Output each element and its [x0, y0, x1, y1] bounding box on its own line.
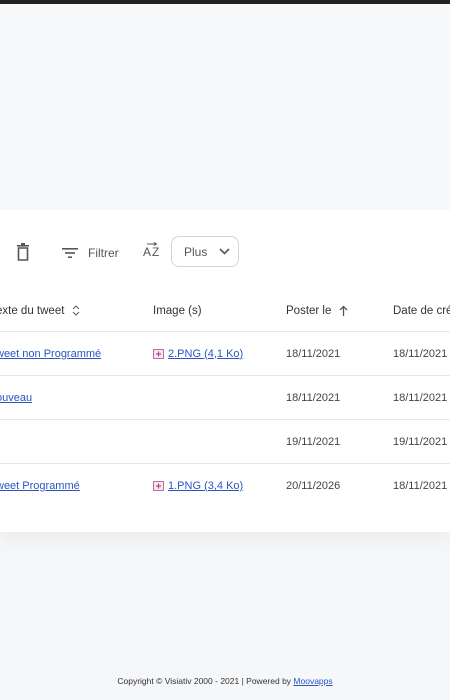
filter-label: Filtrer	[88, 246, 119, 260]
attachment-link[interactable]: 2.PNG (4,1 Ko)	[153, 348, 243, 360]
column-header-created[interactable]: Date de créa	[393, 290, 450, 331]
sort-ascending-icon[interactable]	[339, 305, 348, 317]
footer: Copyright © Visiativ 2000 - 2021 | Power…	[0, 676, 450, 686]
sort-toggle-icon[interactable]	[72, 305, 80, 316]
column-header-text[interactable]: exte du tweet	[0, 290, 80, 331]
sort-az-icon: A Z	[143, 242, 159, 259]
delete-button[interactable]	[16, 243, 32, 261]
table-row[interactable]: ouveau 18/11/2021 18/11/2021	[0, 376, 450, 420]
copyright-text: Copyright © Visiativ 2000 - 2021 | Power…	[117, 676, 294, 686]
header-area	[0, 4, 450, 210]
filter-button[interactable]: Filtrer	[62, 243, 119, 263]
posted-date: 18/11/2021	[286, 347, 341, 360]
sort-az-button[interactable]: A Z	[142, 241, 162, 263]
column-header-image[interactable]: Image (s)	[153, 290, 202, 331]
created-date: 18/11/2021	[393, 347, 448, 360]
created-date: 19/11/2021	[393, 435, 448, 448]
image-file-icon	[153, 348, 164, 359]
column-header-posted[interactable]: Poster le	[286, 290, 348, 331]
trash-icon	[17, 243, 29, 261]
table-row[interactable]: weet Programmé 1.PNG (3,4 Ko) 20/11/2026…	[0, 464, 450, 508]
chevron-down-icon	[219, 248, 230, 255]
created-date: 18/11/2021	[393, 391, 448, 404]
table-card: Filtrer A Z Plus exte du tweet Image (s)…	[0, 210, 450, 532]
image-file-icon	[153, 481, 164, 491]
table-header: exte du tweet Image (s) Poster le Date d…	[0, 290, 450, 332]
more-label: Plus	[184, 244, 208, 259]
tweet-text-link[interactable]: weet Programmé	[0, 480, 80, 492]
brand-link[interactable]: Moovapps	[293, 676, 332, 686]
table-row[interactable]: 19/11/2021 19/11/2021	[0, 420, 450, 464]
table-row[interactable]: weet non Programmé 2.PNG (4,1 Ko) 18/11/…	[0, 332, 450, 376]
posted-date: 19/11/2021	[286, 435, 341, 448]
attachment-link[interactable]: 1.PNG (3,4 Ko)	[153, 480, 243, 492]
posted-date: 20/11/2026	[286, 480, 341, 492]
filter-icon	[62, 248, 78, 258]
tweets-table: exte du tweet Image (s) Poster le Date d…	[0, 290, 450, 508]
svg-text:Z: Z	[152, 245, 159, 259]
more-dropdown[interactable]: Plus	[171, 236, 239, 267]
toolbar: Filtrer A Z Plus	[0, 236, 450, 270]
created-date: 18/11/2021	[393, 480, 448, 492]
tweet-text-link[interactable]: weet non Programmé	[0, 348, 101, 360]
tweet-text-link[interactable]: ouveau	[0, 392, 32, 404]
posted-date: 18/11/2021	[286, 391, 341, 404]
svg-text:A: A	[143, 245, 151, 259]
